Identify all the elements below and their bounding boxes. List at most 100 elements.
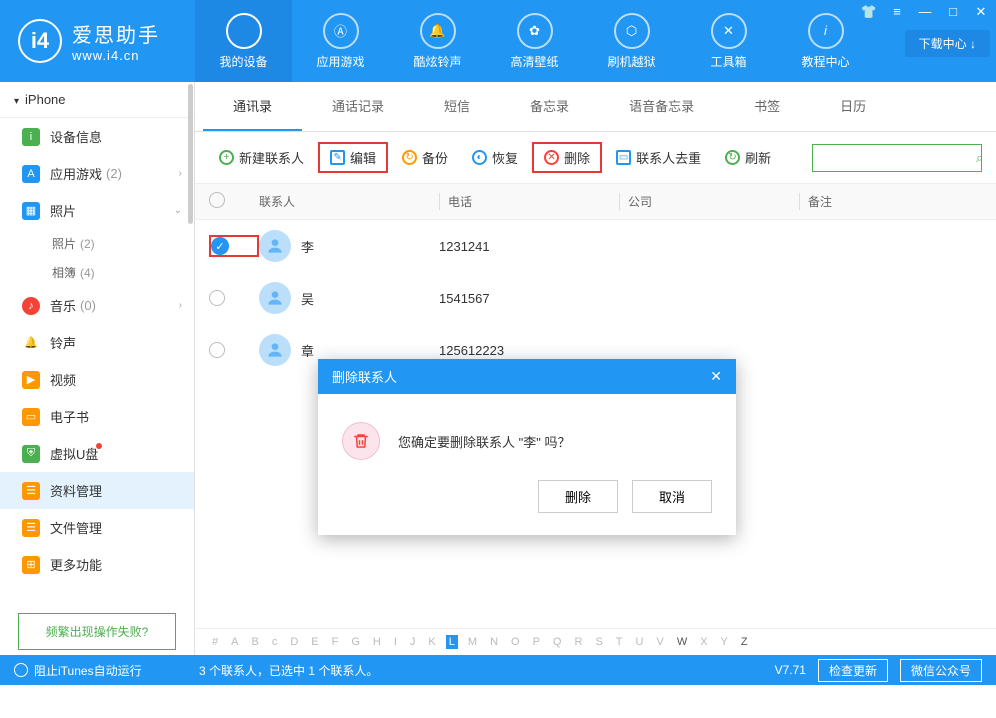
- help-link[interactable]: 频繁出现操作失败?: [18, 613, 176, 650]
- alpha-letter[interactable]: D: [287, 635, 301, 649]
- alpha-letter[interactable]: c: [269, 635, 281, 649]
- nav-tools[interactable]: ✕工具箱: [680, 0, 777, 82]
- tab-bookmarks[interactable]: 书签: [724, 82, 810, 131]
- col-note[interactable]: 备注: [799, 193, 982, 210]
- row-checkbox[interactable]: [209, 342, 259, 358]
- alpha-letter[interactable]: F: [329, 635, 342, 649]
- wechat-button[interactable]: 微信公众号: [900, 659, 982, 682]
- col-name[interactable]: 联系人: [259, 193, 439, 210]
- sidebar-item-apps[interactable]: A应用游戏(2)›: [0, 155, 194, 192]
- alpha-letter[interactable]: B: [248, 635, 261, 649]
- sidebar-item-music[interactable]: ♪音乐(0)›: [0, 287, 194, 324]
- status-circle-icon[interactable]: [14, 663, 28, 677]
- toolbar: +新建联系人 ✎编辑 ↻备份 ◐恢复 ✕删除 ▭联系人去重 ↻刷新 ⌕: [195, 132, 996, 183]
- shirt-icon[interactable]: 👕: [860, 4, 878, 18]
- device-header[interactable]: iPhone: [0, 82, 194, 118]
- box-icon: ⬡: [626, 23, 637, 39]
- itunes-block-toggle[interactable]: 阻止iTunes自动运行: [34, 662, 142, 679]
- chevron-right-icon: ›: [179, 168, 182, 179]
- delete-button[interactable]: ✕删除: [532, 142, 602, 173]
- dedupe-button[interactable]: ▭联系人去重: [606, 144, 711, 171]
- alpha-letter[interactable]: J: [407, 635, 419, 649]
- logo-icon: i4: [18, 19, 62, 63]
- tab-call-log[interactable]: 通话记录: [302, 82, 414, 131]
- close-icon[interactable]: ✕: [972, 4, 990, 18]
- tab-contacts[interactable]: 通讯录: [203, 82, 302, 131]
- dialog-titlebar[interactable]: 删除联系人 ✕: [318, 359, 736, 394]
- status-summary: 3 个联系人，已选中 1 个联系人。: [199, 662, 378, 679]
- alpha-letter[interactable]: E: [308, 635, 321, 649]
- alpha-letter[interactable]: #: [209, 635, 221, 649]
- sidebar-item-ringtones[interactable]: 🔔铃声: [0, 324, 194, 361]
- minimize-icon[interactable]: —: [916, 4, 934, 18]
- new-contact-button[interactable]: +新建联系人: [209, 144, 314, 171]
- alpha-letter[interactable]: N: [487, 635, 501, 649]
- search-input[interactable]: ⌕: [812, 144, 982, 172]
- alpha-letter[interactable]: T: [613, 635, 626, 649]
- alpha-letter[interactable]: I: [391, 635, 400, 649]
- alpha-letter[interactable]: X: [697, 635, 710, 649]
- backup-button[interactable]: ↻备份: [392, 144, 458, 171]
- maximize-icon[interactable]: □: [944, 4, 962, 18]
- restore-button[interactable]: ◐恢复: [462, 144, 528, 171]
- row-checkbox[interactable]: [209, 290, 259, 306]
- tab-voice-memos[interactable]: 语音备忘录: [599, 82, 724, 131]
- nav-flash[interactable]: ⬡刷机越狱: [583, 0, 680, 82]
- nav-apps[interactable]: Ⓐ应用游戏: [292, 0, 389, 82]
- music-icon: ♪: [22, 297, 40, 315]
- col-company[interactable]: 公司: [619, 193, 799, 210]
- sidebar-item-udisk[interactable]: ⛨虚拟U盘: [0, 435, 194, 472]
- sidebar-item-ebook[interactable]: ▭电子书: [0, 398, 194, 435]
- col-phone[interactable]: 电话: [439, 193, 619, 210]
- select-all-checkbox[interactable]: [209, 192, 225, 208]
- sidebar-sub-albums[interactable]: 相簿(4): [0, 258, 194, 287]
- alpha-letter[interactable]: R: [571, 635, 585, 649]
- app-url: www.i4.cn: [72, 48, 160, 63]
- dialog-delete-button[interactable]: 删除: [538, 480, 618, 513]
- alpha-letter[interactable]: U: [633, 635, 647, 649]
- nav-my-device[interactable]: 我的设备: [195, 0, 292, 82]
- nav-ringtones[interactable]: 🔔酷炫铃声: [389, 0, 486, 82]
- sidebar-sub-photos[interactable]: 照片(2): [0, 229, 194, 258]
- alpha-letter[interactable]: H: [370, 635, 384, 649]
- alpha-letter[interactable]: M: [465, 635, 480, 649]
- search-icon: ⌕: [976, 150, 983, 166]
- plus-icon: +: [219, 150, 234, 165]
- dialog-close-icon[interactable]: ✕: [710, 368, 722, 385]
- alpha-letter[interactable]: K: [425, 635, 438, 649]
- alpha-letter[interactable]: P: [530, 635, 543, 649]
- sidebar-item-file-mgmt[interactable]: ☰文件管理: [0, 509, 194, 546]
- tab-calendar[interactable]: 日历: [810, 82, 896, 131]
- alpha-letter[interactable]: S: [592, 635, 605, 649]
- sidebar-item-data-mgmt[interactable]: ☰资料管理: [0, 472, 194, 509]
- table-row[interactable]: 吴 1541567: [195, 272, 996, 324]
- alpha-letter[interactable]: W: [674, 635, 690, 649]
- check-update-button[interactable]: 检查更新: [818, 659, 888, 682]
- alpha-letter[interactable]: Y: [718, 635, 731, 649]
- dialog-cancel-button[interactable]: 取消: [632, 480, 712, 513]
- alpha-letter[interactable]: G: [348, 635, 363, 649]
- alpha-letter[interactable]: L: [446, 635, 458, 649]
- alpha-letter[interactable]: V: [653, 635, 666, 649]
- edit-button[interactable]: ✎编辑: [318, 142, 388, 173]
- app-name: 爱思助手: [72, 19, 160, 48]
- row-checkbox[interactable]: ✓: [209, 235, 259, 257]
- nav-wallpaper[interactable]: ✿高清壁纸: [486, 0, 583, 82]
- table-row[interactable]: ✓ 李 1231241: [195, 220, 996, 272]
- alpha-letter[interactable]: A: [228, 635, 241, 649]
- download-center-button[interactable]: 下载中心 ↓: [905, 30, 990, 57]
- refresh-button[interactable]: ↻刷新: [715, 144, 781, 171]
- sidebar-item-photos[interactable]: ▦照片⌄: [0, 192, 194, 229]
- alpha-letter[interactable]: Z: [738, 635, 751, 649]
- alpha-letter[interactable]: Q: [550, 635, 565, 649]
- sidebar-item-device-info[interactable]: i设备信息: [0, 118, 194, 155]
- tab-sms[interactable]: 短信: [414, 82, 500, 131]
- video-icon: ▶: [22, 371, 40, 389]
- sidebar-item-more[interactable]: ⊞更多功能: [0, 546, 194, 583]
- list-icon: ☰: [22, 482, 40, 500]
- sidebar-item-video[interactable]: ▶视频: [0, 361, 194, 398]
- backup-icon: ↻: [402, 150, 417, 165]
- menu-icon[interactable]: ≡: [888, 4, 906, 18]
- alpha-letter[interactable]: O: [508, 635, 523, 649]
- tab-notes[interactable]: 备忘录: [500, 82, 599, 131]
